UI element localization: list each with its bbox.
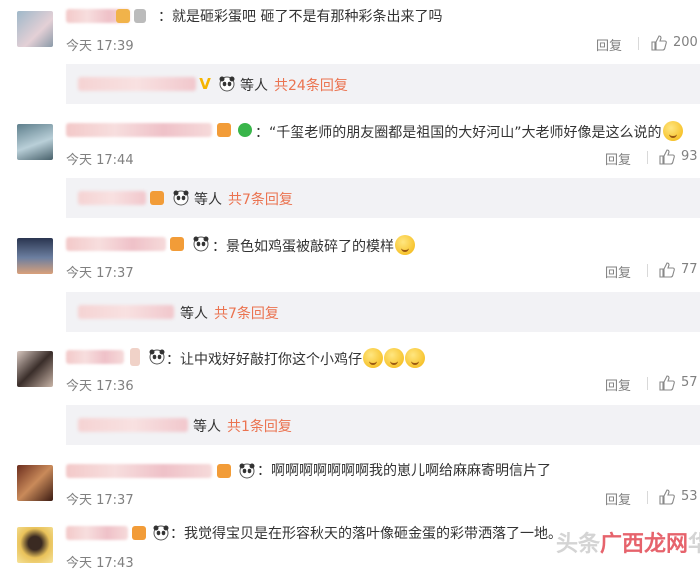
watermark-brand: 广西龙网 bbox=[600, 532, 689, 557]
sub-reply-usernames-blurred bbox=[78, 77, 196, 91]
avatar[interactable] bbox=[17, 124, 53, 160]
kissing-emoji-icon bbox=[363, 348, 383, 368]
comment-time: 今天 17:36 bbox=[66, 379, 134, 394]
comment-time: 今天 17:37 bbox=[66, 493, 134, 508]
comment-text: ：景色如鸡蛋被敲碎了的模样 bbox=[212, 235, 415, 256]
comment-time: 今天 17:39 bbox=[66, 39, 134, 54]
green-badge-icon bbox=[238, 123, 252, 137]
cat-face-emoji-icon bbox=[395, 235, 415, 255]
sub-reply-count-link[interactable]: 共7条回复 bbox=[228, 189, 293, 209]
sub-reply-suffix: 等人 bbox=[194, 192, 222, 208]
watermark: 头条广西龙网华童 bbox=[556, 526, 700, 558]
reply-button[interactable]: 回复 bbox=[605, 375, 631, 394]
divider bbox=[647, 264, 648, 277]
thumbs-up-icon[interactable] bbox=[659, 375, 675, 391]
panda-icon bbox=[153, 525, 169, 541]
divider bbox=[647, 151, 648, 164]
username-blurred[interactable] bbox=[66, 123, 212, 137]
like-count: 57 bbox=[681, 375, 698, 390]
divider bbox=[647, 377, 648, 390]
avatar[interactable] bbox=[17, 11, 53, 47]
avatar[interactable] bbox=[17, 465, 53, 501]
sub-reply-suffix: 等人 bbox=[193, 419, 221, 435]
laughing-emoji-icon bbox=[662, 121, 683, 141]
panda-icon bbox=[239, 463, 255, 479]
avatar[interactable] bbox=[17, 527, 53, 563]
vip-crown-icon bbox=[170, 237, 184, 251]
comment-text: ：啊啊啊啊啊啊啊我的崽儿啊给麻麻寄明信片了 bbox=[257, 463, 551, 479]
avatar[interactable] bbox=[17, 351, 53, 387]
panda-icon bbox=[219, 76, 235, 92]
like-count: 77 bbox=[681, 262, 698, 277]
panda-icon bbox=[173, 190, 189, 206]
username-blurred[interactable] bbox=[66, 237, 166, 251]
reply-button[interactable]: 回复 bbox=[596, 35, 622, 54]
username-blurred[interactable] bbox=[66, 526, 128, 540]
kissing-emoji-icon bbox=[384, 348, 404, 368]
vip-badge bbox=[116, 9, 130, 23]
like-count: 93 bbox=[681, 149, 698, 164]
sub-reply-usernames-blurred bbox=[78, 305, 174, 319]
comment-time: 今天 17:44 bbox=[66, 153, 134, 168]
divider bbox=[647, 491, 648, 504]
vip-crown-icon bbox=[217, 464, 231, 478]
panda-icon bbox=[193, 236, 209, 252]
reply-button[interactable]: 回复 bbox=[605, 149, 631, 168]
sub-reply-count-link[interactable]: 共7条回复 bbox=[214, 303, 279, 323]
v-verified-badge: V bbox=[199, 75, 211, 93]
username-blurred[interactable] bbox=[66, 464, 212, 478]
sub-reply-summary[interactable]: 等人 共7条回复 bbox=[66, 178, 700, 218]
vip-crown-icon bbox=[217, 123, 231, 137]
member-badge bbox=[130, 348, 140, 366]
comment-text-content: ：让中戏好好敲打你这个小鸡仔 bbox=[166, 352, 362, 368]
username-blurred[interactable] bbox=[66, 350, 124, 364]
comment-time: 今天 17:43 bbox=[66, 556, 134, 571]
watermark-prefix: 头条 bbox=[556, 532, 601, 557]
divider bbox=[638, 37, 639, 50]
comment-text: ：让中戏好好敲打你这个小鸡仔 bbox=[166, 348, 425, 369]
thumbs-up-icon[interactable] bbox=[659, 149, 675, 165]
avatar[interactable] bbox=[17, 238, 53, 274]
kissing-emoji-icon bbox=[405, 348, 425, 368]
sub-reply-summary[interactable]: 等人 共7条回复 bbox=[66, 292, 700, 332]
thumbs-up-icon[interactable] bbox=[651, 35, 667, 51]
sub-reply-usernames-blurred bbox=[78, 191, 146, 205]
sub-reply-suffix: 等人 bbox=[180, 306, 208, 322]
sub-reply-suffix: 等人 bbox=[240, 78, 268, 94]
vip-crown-icon bbox=[132, 526, 146, 540]
sub-reply-count-link[interactable]: 共24条回复 bbox=[274, 75, 348, 95]
thumbs-up-icon[interactable] bbox=[659, 489, 675, 505]
comment-text: ：“千玺老师的朋友圈都是祖国的大好河山”大老师好像是这么说的 bbox=[255, 121, 683, 142]
member-badge bbox=[134, 9, 146, 23]
watermark-suffix: 华童 bbox=[688, 532, 700, 557]
comment-text-content: ：“千玺老师的朋友圈都是祖国的大好河山”大老师好像是这么说的 bbox=[255, 125, 662, 141]
reply-button[interactable]: 回复 bbox=[605, 489, 631, 508]
comment-text: ：我觉得宝贝是在形容秋天的落叶像砸金蛋的彩带洒落了一地。 bbox=[170, 526, 562, 542]
sub-reply-usernames-blurred bbox=[78, 418, 188, 432]
sub-reply-count-link[interactable]: 共1条回复 bbox=[227, 416, 292, 436]
like-count: 200 bbox=[673, 35, 698, 50]
vip-crown-icon bbox=[150, 191, 164, 205]
sub-reply-summary[interactable]: V 等人 共24条回复 bbox=[66, 64, 700, 104]
comment-text: ：就是砸彩蛋吧 砸了不是有那种彩条出来了吗 bbox=[158, 9, 443, 25]
panda-icon bbox=[149, 349, 165, 365]
reply-button[interactable]: 回复 bbox=[605, 262, 631, 281]
comment-time: 今天 17:37 bbox=[66, 266, 134, 281]
comment-text-content: ：景色如鸡蛋被敲碎了的模样 bbox=[212, 239, 394, 255]
sub-reply-summary[interactable]: 等人 共1条回复 bbox=[66, 405, 700, 445]
thumbs-up-icon[interactable] bbox=[659, 262, 675, 278]
like-count: 53 bbox=[681, 489, 698, 504]
